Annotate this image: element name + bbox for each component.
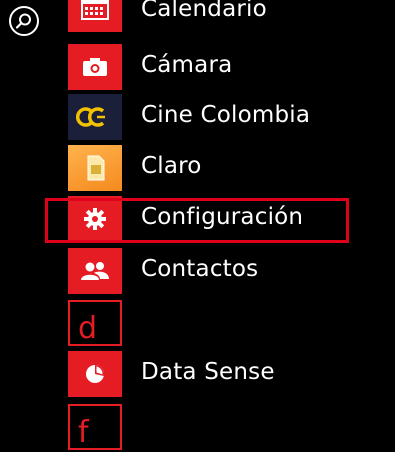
app-label: Data Sense	[141, 359, 275, 385]
app-item-data-sense[interactable]: Data Sense	[0, 349, 395, 399]
letter-group-f[interactable]: f	[0, 402, 395, 452]
app-item-cine-colombia[interactable]: Cine Colombia	[0, 92, 395, 142]
pie-chart-icon	[86, 364, 105, 383]
claro-tile	[68, 145, 122, 191]
app-item-contactos[interactable]: Contactos	[0, 246, 395, 296]
data-sense-tile	[68, 351, 122, 397]
app-label: Cámara	[141, 52, 233, 78]
calendar-tile	[68, 0, 122, 32]
letter-tile-d: d	[68, 300, 122, 346]
cine-colombia-logo-icon	[75, 107, 105, 127]
cine-colombia-tile	[68, 94, 122, 140]
calendar-icon	[81, 0, 109, 20]
app-item-camara[interactable]: Cámara	[0, 42, 395, 92]
sim-card-icon	[87, 155, 105, 181]
camera-icon	[83, 58, 107, 76]
camera-tile	[68, 44, 122, 90]
app-label: Contactos	[141, 256, 259, 282]
letter-tile-f: f	[68, 404, 122, 450]
app-label: Cine Colombia	[141, 102, 311, 128]
people-icon	[81, 262, 109, 280]
app-item-claro[interactable]: Claro	[0, 143, 395, 193]
selection-highlight-box	[45, 198, 349, 243]
app-label: Claro	[141, 153, 202, 179]
app-item-calendario[interactable]: Calendario	[0, 0, 395, 36]
app-label: Calendario	[141, 0, 267, 22]
letter-group-d[interactable]: d	[0, 298, 395, 348]
contacts-tile	[68, 248, 122, 294]
